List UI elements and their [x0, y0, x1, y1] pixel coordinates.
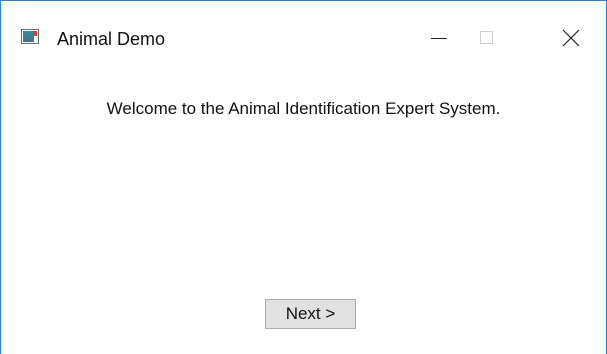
- maximize-icon: [480, 31, 493, 44]
- title-bar[interactable]: Animal Demo: [1, 1, 606, 63]
- main-content: Welcome to the Animal Identification Exp…: [1, 63, 606, 354]
- maximize-button[interactable]: [465, 21, 511, 55]
- app-icon-panel: [23, 31, 34, 42]
- close-button[interactable]: [549, 21, 595, 55]
- welcome-message: Welcome to the Animal Identification Exp…: [106, 99, 501, 118]
- close-icon: [562, 29, 580, 47]
- app-window-icon: [21, 29, 39, 44]
- app-window: Animal Demo Welcome to the Animal Identi…: [0, 0, 607, 354]
- window-title: Animal Demo: [57, 29, 166, 49]
- minimize-icon: [431, 38, 447, 39]
- app-icon-accent: [34, 31, 37, 36]
- minimize-button[interactable]: [414, 21, 460, 55]
- next-button[interactable]: Next >: [265, 299, 356, 329]
